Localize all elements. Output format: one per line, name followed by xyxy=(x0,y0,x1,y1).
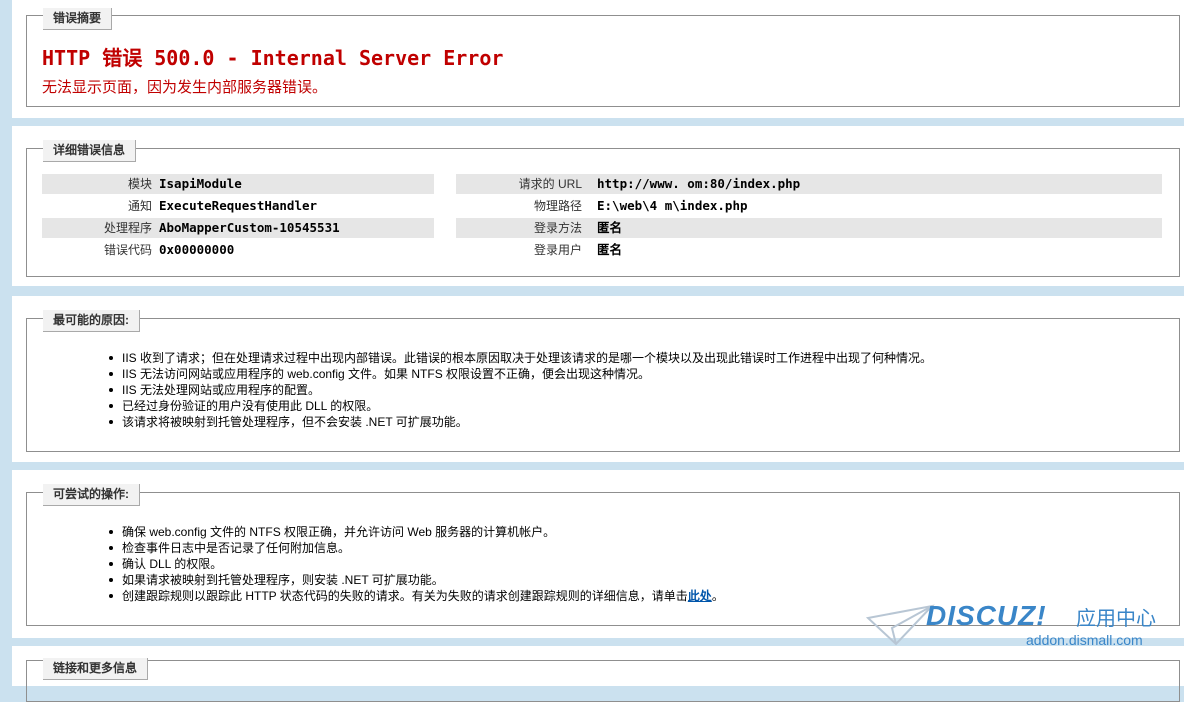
error-summary-panel: 错误摘要 HTTP 错误 500.0 - Internal Server Err… xyxy=(12,0,1184,118)
list-item-suffix: 。 xyxy=(711,589,724,603)
list-item-text: 创建跟踪规则以跟踪此 HTTP 状态代码的失败的请求。有关为失败的请求创建跟踪规… xyxy=(122,589,688,603)
list-item: 确认 DLL 的权限。 xyxy=(108,556,724,572)
detail-value: AboMapperCustom-10545531 xyxy=(159,220,340,235)
list-item: 创建跟踪规则以跟踪此 HTTP 状态代码的失败的请求。有关为失败的请求创建跟踪规… xyxy=(108,588,724,604)
list-item: IIS 收到了请求；但在处理请求过程中出现内部错误。此错误的根本原因取决于处理该… xyxy=(108,350,932,366)
error-title: HTTP 错误 500.0 - Internal Server Error xyxy=(42,46,504,70)
detail-row: 模块 IsapiModule xyxy=(42,174,434,194)
detail-value: 0x00000000 xyxy=(159,242,235,257)
detail-label: 模块 xyxy=(127,177,152,191)
causes-list: IIS 收到了请求；但在处理请求过程中出现内部错误。此错误的根本原因取决于处理该… xyxy=(108,350,932,430)
list-item: 确保 web.config 文件的 NTFS 权限正确，并允许访问 Web 服务… xyxy=(108,524,724,540)
detail-row: 通知 ExecuteRequestHandler xyxy=(42,196,434,216)
list-item: 检查事件日志中是否记录了任何附加信息。 xyxy=(108,540,724,556)
detail-value: 匿名 xyxy=(597,220,623,235)
error-details-panel: 详细错误信息 模块 IsapiModule 通知 ExecuteRequestH… xyxy=(12,126,1184,286)
error-details-legend: 详细错误信息 xyxy=(43,140,137,162)
detail-label: 错误代码 xyxy=(103,243,152,257)
actions-list: 确保 web.config 文件的 NTFS 权限正确，并允许访问 Web 服务… xyxy=(108,524,724,604)
more-info-box: 链接和更多信息 xyxy=(26,658,1180,702)
list-item: 已经过身份验证的用户没有使用此 DLL 的权限。 xyxy=(108,398,932,414)
detail-value: E:\web\4 m\index.php xyxy=(597,198,748,213)
detail-row: 登录用户 匿名 xyxy=(456,240,1162,260)
detail-row: 处理程序 AboMapperCustom-10545531 xyxy=(42,218,434,238)
detail-row: 物理路径 E:\web\4 m\index.php xyxy=(456,196,1162,216)
detail-label: 登录方法 xyxy=(533,221,582,235)
detail-label: 请求的 URL xyxy=(518,177,582,191)
request-url-value[interactable]: http://www. om:80/index.php xyxy=(597,174,800,194)
error-subtitle: 无法显示页面，因为发生内部服务器错误。 xyxy=(42,79,328,96)
causes-legend: 最可能的原因: xyxy=(43,310,140,332)
detail-value: ExecuteRequestHandler xyxy=(159,198,318,213)
discuz-logo: DISCUZ! xyxy=(926,600,1047,631)
actions-legend: 可尝试的操作: xyxy=(43,484,140,506)
list-item: 该请求将被映射到托管处理程序，但不会安装 .NET 可扩展功能。 xyxy=(108,414,932,430)
discuz-app-center: 应用中心 xyxy=(1076,608,1156,630)
detail-label: 通知 xyxy=(127,199,152,213)
detail-value: IsapiModule xyxy=(159,176,242,191)
error-summary-legend: 错误摘要 xyxy=(43,8,113,30)
detail-row: 登录方法 匿名 xyxy=(456,218,1162,238)
more-info-panel: 链接和更多信息 xyxy=(12,646,1184,702)
discuz-url: addon.dismall.com xyxy=(1026,632,1143,648)
list-item: IIS 无法处理网站或应用程序的配置。 xyxy=(108,382,932,398)
list-item: 如果请求被映射到托管处理程序，则安装 .NET 可扩展功能。 xyxy=(108,572,724,588)
detail-label: 处理程序 xyxy=(103,221,152,235)
detail-row: 错误代码 0x00000000 xyxy=(42,240,434,260)
detail-label: 物理路径 xyxy=(533,199,582,213)
here-link[interactable]: 此处 xyxy=(688,589,712,603)
detail-label: 登录用户 xyxy=(533,243,582,257)
causes-panel: 最可能的原因: IIS 收到了请求；但在处理请求过程中出现内部错误。此错误的根本… xyxy=(12,296,1184,462)
detail-value: 匿名 xyxy=(597,242,623,257)
more-info-legend: 链接和更多信息 xyxy=(43,658,149,680)
list-item: IIS 无法访问网站或应用程序的 web.config 文件。如果 NTFS 权… xyxy=(108,366,932,382)
discuz-watermark: DISCUZ! 应用中心 addon.dismall.com xyxy=(866,600,1166,650)
detail-row: 请求的 URL http://www. om:80/index.php xyxy=(456,174,1162,194)
